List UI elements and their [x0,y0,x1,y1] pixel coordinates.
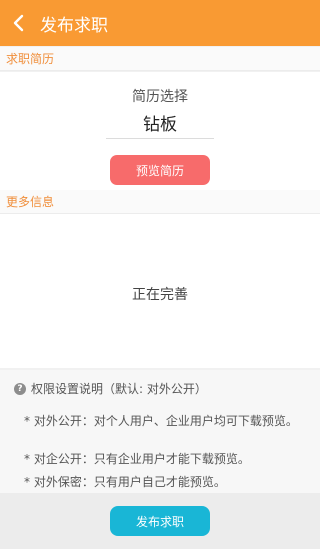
page-title: 发布求职 [40,15,108,36]
resume-select-value[interactable]: 钻板 [0,110,320,135]
app-header: 发布求职 [0,0,320,46]
more-info-card: 正在完善 [0,214,320,368]
permission-notes: ? 权限设置说明（默认: 对外公开） * 对外公开：对个人用户、企业用户均可下载… [0,370,320,493]
status-text: 正在完善 [132,287,188,303]
chevron-left-icon [13,14,24,32]
more-info-section-label: 更多信息 [0,190,320,214]
publish-button[interactable]: 发布求职 [110,506,210,536]
help-icon: ? [14,382,26,395]
notes-title: ? 权限设置说明（默认: 对外公开） [14,380,207,397]
footer-bar: 发布求职 [0,493,320,549]
preview-resume-button[interactable]: 预览简历 [110,155,210,185]
resume-section-label: 求职简历 [0,47,320,71]
note-public: * 对外公开：对个人用户、企业用户均可下载预览。 [24,414,298,428]
note-enterprise: * 对企公开：只有企业用户才能下载预览。 [24,452,250,466]
resume-card: 简历选择 钻板 预览简历 [0,72,320,190]
divider [106,138,214,139]
back-button[interactable] [0,0,36,46]
notes-title-text: 权限设置说明（默认: 对外公开） [31,382,207,396]
resume-select-label: 简历选择 [132,89,188,105]
note-private: * 对外保密：只有用户自己才能预览。 [24,475,226,489]
